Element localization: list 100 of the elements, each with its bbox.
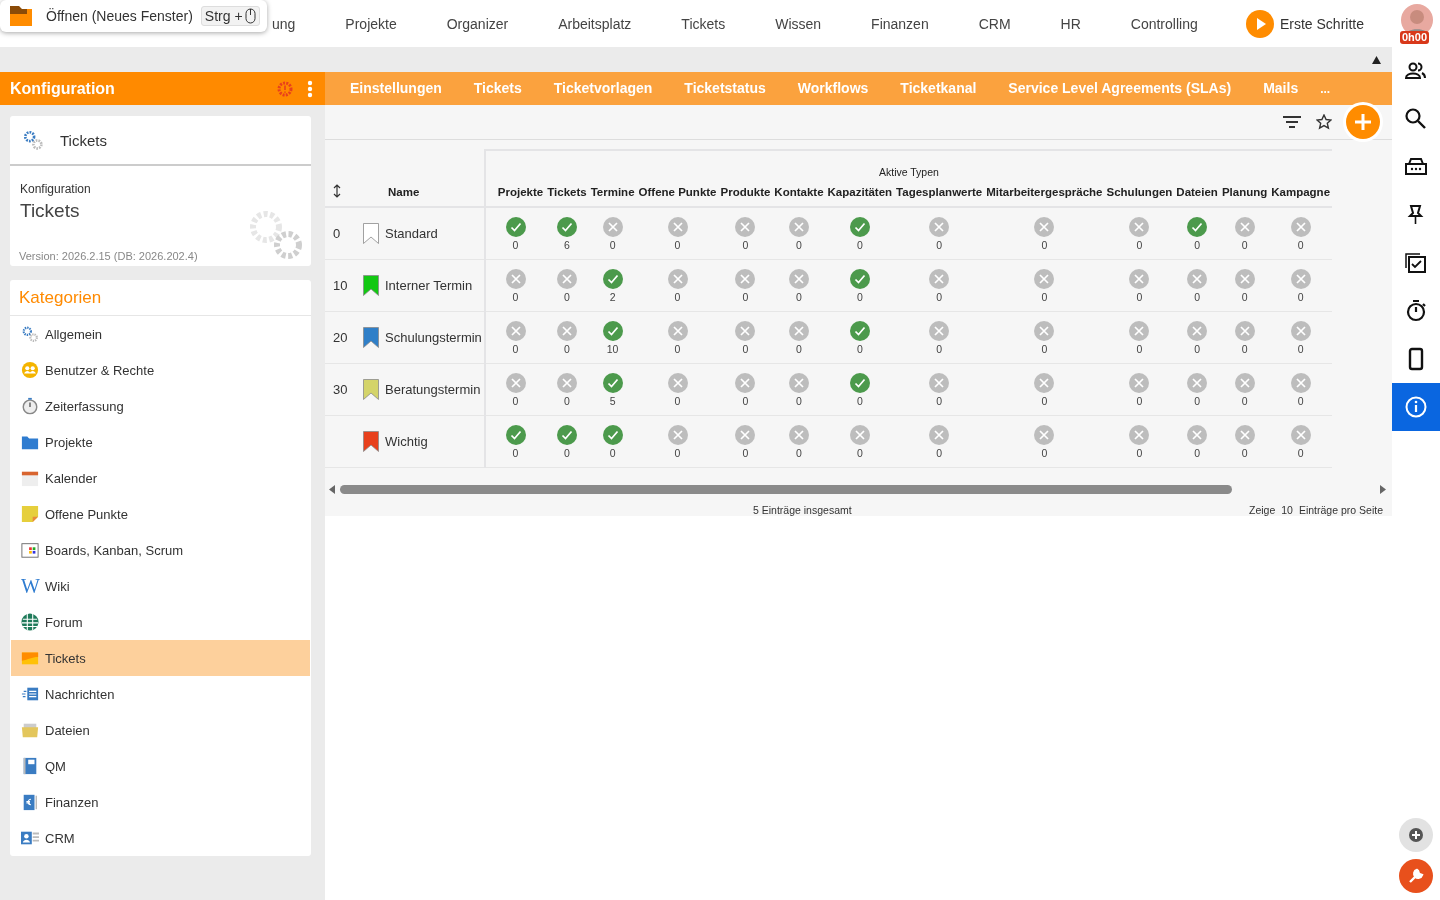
cross-icon[interactable] <box>735 268 756 289</box>
cross-icon[interactable] <box>1234 424 1255 445</box>
cross-icon[interactable] <box>1034 320 1055 341</box>
check-icon[interactable] <box>849 372 870 393</box>
column-header[interactable]: Termine <box>590 186 635 198</box>
cross-icon[interactable] <box>556 320 577 341</box>
cross-icon[interactable] <box>667 372 688 393</box>
check-icon[interactable] <box>602 372 623 393</box>
category-item[interactable]: Offene Punkte <box>11 496 310 532</box>
cross-icon[interactable] <box>929 320 950 341</box>
check-icon[interactable] <box>556 424 577 445</box>
nav-link[interactable]: Wissen <box>775 15 822 32</box>
horizontal-scrollbar[interactable] <box>329 485 1386 494</box>
cross-icon[interactable] <box>735 216 756 237</box>
add-circle-button[interactable] <box>1399 818 1433 852</box>
cross-icon[interactable] <box>788 372 809 393</box>
cross-icon[interactable] <box>1129 268 1150 289</box>
cross-icon[interactable] <box>1129 216 1150 237</box>
cross-icon[interactable] <box>1129 372 1150 393</box>
collapse-icon[interactable] <box>1372 55 1381 64</box>
cross-icon[interactable] <box>505 372 526 393</box>
cross-icon[interactable] <box>929 268 950 289</box>
cross-icon[interactable] <box>1129 424 1150 445</box>
cross-icon[interactable] <box>1290 216 1311 237</box>
cross-icon[interactable] <box>1290 268 1311 289</box>
cross-icon[interactable] <box>1290 320 1311 341</box>
column-header[interactable]: Offene Punkte <box>638 186 717 198</box>
cross-icon[interactable] <box>505 320 526 341</box>
star-icon[interactable] <box>1316 114 1332 130</box>
cross-icon[interactable] <box>1034 372 1055 393</box>
check-icon[interactable] <box>505 424 526 445</box>
cross-icon[interactable] <box>1187 424 1208 445</box>
category-item[interactable]: Forum <box>11 604 310 640</box>
category-item[interactable]: QM <box>11 748 310 784</box>
category-item[interactable]: Allgemein <box>11 316 310 352</box>
category-item[interactable]: Nachrichten <box>11 676 310 712</box>
check-icon[interactable] <box>1187 216 1208 237</box>
cross-icon[interactable] <box>1129 320 1150 341</box>
column-header[interactable]: Dateien <box>1176 186 1218 198</box>
cross-icon[interactable] <box>1290 372 1311 393</box>
category-item[interactable]: Kalender <box>11 460 310 496</box>
cross-icon[interactable] <box>1034 424 1055 445</box>
column-header[interactable]: Kontakte <box>774 186 824 198</box>
category-item[interactable]: W Wiki <box>11 568 310 604</box>
cross-icon[interactable] <box>1234 216 1255 237</box>
check-icon[interactable] <box>602 320 623 341</box>
cross-icon[interactable] <box>788 320 809 341</box>
cross-icon[interactable] <box>929 216 950 237</box>
cross-icon[interactable] <box>1187 320 1208 341</box>
column-header[interactable]: Tickets <box>547 186 587 198</box>
cross-icon[interactable] <box>667 268 688 289</box>
nav-link[interactable]: Arbeitsplatz <box>558 15 632 32</box>
nav-link[interactable]: Controlling <box>1130 15 1198 32</box>
cross-icon[interactable] <box>1187 372 1208 393</box>
add-button[interactable] <box>1346 105 1380 139</box>
cross-icon[interactable] <box>667 424 688 445</box>
sort-icon[interactable] <box>333 184 341 198</box>
cross-icon[interactable] <box>667 216 688 237</box>
nav-link[interactable]: Tickets <box>681 15 726 32</box>
alert-gear-icon[interactable] <box>277 80 293 97</box>
check-icon[interactable] <box>849 320 870 341</box>
more-icon[interactable] <box>307 79 313 98</box>
nav-link[interactable]: ung <box>272 15 296 32</box>
category-item[interactable]: Zeiterfassung <box>11 388 310 424</box>
column-header[interactable]: Kapazitäten <box>827 186 893 198</box>
cross-icon[interactable] <box>1034 216 1055 237</box>
check-icon[interactable] <box>849 268 870 289</box>
category-item[interactable]: Projekte <box>11 424 310 460</box>
column-header[interactable]: Planung <box>1221 186 1268 198</box>
cross-icon[interactable] <box>1234 268 1255 289</box>
scroll-left-icon[interactable] <box>329 485 335 494</box>
cross-icon[interactable] <box>788 216 809 237</box>
cross-icon[interactable] <box>735 320 756 341</box>
cross-icon[interactable] <box>788 268 809 289</box>
nav-link[interactable]: Finanzen <box>871 15 929 32</box>
column-header[interactable]: Schulungen <box>1106 186 1173 198</box>
column-header[interactable]: Mitarbeitergespräche <box>986 186 1103 198</box>
category-item[interactable]: Boards, Kanban, Scrum <box>11 532 310 568</box>
check-icon[interactable] <box>849 216 870 237</box>
column-header[interactable]: Projekte <box>497 186 544 198</box>
check-icon[interactable] <box>505 216 526 237</box>
start-button[interactable]: Erste Schritte <box>1245 9 1364 38</box>
cross-icon[interactable] <box>1234 320 1255 341</box>
cross-icon[interactable] <box>929 372 950 393</box>
nav-link[interactable]: HR <box>1060 15 1081 32</box>
column-header[interactable]: Name <box>388 186 420 198</box>
category-item[interactable]: Finanzen <box>11 784 310 820</box>
cross-icon[interactable] <box>849 424 870 445</box>
cross-icon[interactable] <box>1187 268 1208 289</box>
filter-icon[interactable] <box>1282 115 1302 129</box>
category-item[interactable]: Dateien <box>11 712 310 748</box>
cross-icon[interactable] <box>602 216 623 237</box>
scroll-right-icon[interactable] <box>1380 485 1386 494</box>
nav-link[interactable]: Organizer <box>446 15 509 32</box>
nav-link[interactable]: CRM <box>978 15 1011 32</box>
cross-icon[interactable] <box>556 372 577 393</box>
page-size-value[interactable]: 10 <box>1281 504 1293 516</box>
wrench-button[interactable] <box>1399 859 1433 893</box>
category-item[interactable]: Tickets <box>11 640 310 676</box>
category-item[interactable]: CRM <box>11 820 310 856</box>
